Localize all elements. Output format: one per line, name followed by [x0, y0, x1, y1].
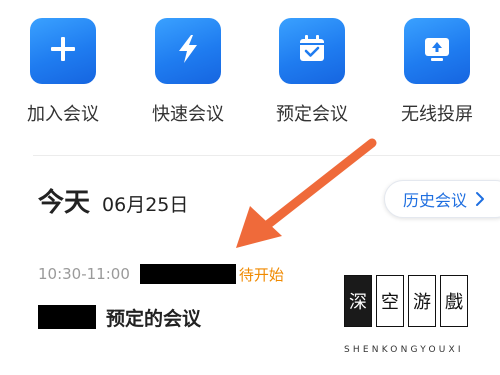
wireless-cast-button[interactable]: 无线投屏: [377, 18, 497, 126]
redaction-bar: [38, 305, 96, 329]
meeting-list-item[interactable]: 10:30-11:00 待开始 预定的会议: [38, 262, 338, 342]
watermark-char: 戲: [440, 275, 468, 327]
watermark-char: 空: [376, 275, 404, 327]
chevron-right-icon: [475, 191, 485, 207]
quick-actions: 加入会议 快速会议 预定会议 无线投屏: [0, 18, 500, 138]
section-divider: [33, 155, 500, 156]
watermark-char: 深: [344, 275, 372, 327]
quick-meeting-label: 快速会议: [152, 104, 224, 125]
lightning-icon: [174, 33, 202, 69]
history-meetings-button[interactable]: 历史会议: [384, 180, 500, 218]
meeting-status-badge: 待开始: [238, 265, 284, 284]
join-meeting-button[interactable]: 加入会议: [3, 18, 123, 126]
join-meeting-label: 加入会议: [27, 104, 99, 125]
meeting-time-row: 10:30-11:00 待开始: [38, 262, 284, 286]
watermark-subtitle: SHENKONGYOUXI: [344, 345, 464, 355]
schedule-meeting-label: 预定会议: [276, 104, 348, 125]
meeting-title-row: 预定的会议: [38, 303, 201, 331]
date-header: 今天 06月25日: [38, 182, 188, 219]
meeting-title: 预定的会议: [106, 307, 202, 330]
wireless-cast-tile[interactable]: [404, 18, 470, 84]
history-meetings-label: 历史会议: [403, 191, 468, 210]
join-meeting-tile[interactable]: [30, 18, 96, 84]
schedule-meeting-tile[interactable]: [279, 18, 345, 84]
wireless-cast-label: 无线投屏: [401, 104, 473, 125]
today-label: 今天: [38, 188, 91, 218]
redaction-bar: [139, 264, 236, 284]
calendar-check-icon: [296, 33, 328, 69]
date-label: 06月25日: [102, 194, 189, 216]
meeting-time: 10:30-11:00: [38, 265, 130, 283]
watermark-logo: 深 空 游 戲 SHENKONGYOUXI: [344, 275, 484, 365]
watermark-chars: 深 空 游 戲: [344, 275, 484, 327]
schedule-meeting-button[interactable]: 预定会议: [252, 18, 372, 126]
quick-meeting-button[interactable]: 快速会议: [128, 18, 248, 126]
watermark-char: 游: [408, 275, 436, 327]
screen-cast-icon: [421, 33, 453, 69]
plus-icon: [48, 34, 78, 68]
quick-meeting-tile[interactable]: [155, 18, 221, 84]
meeting-home-screen: 加入会议 快速会议 预定会议 无线投屏 今天 06月25日 历史会议 10:30…: [0, 0, 500, 375]
